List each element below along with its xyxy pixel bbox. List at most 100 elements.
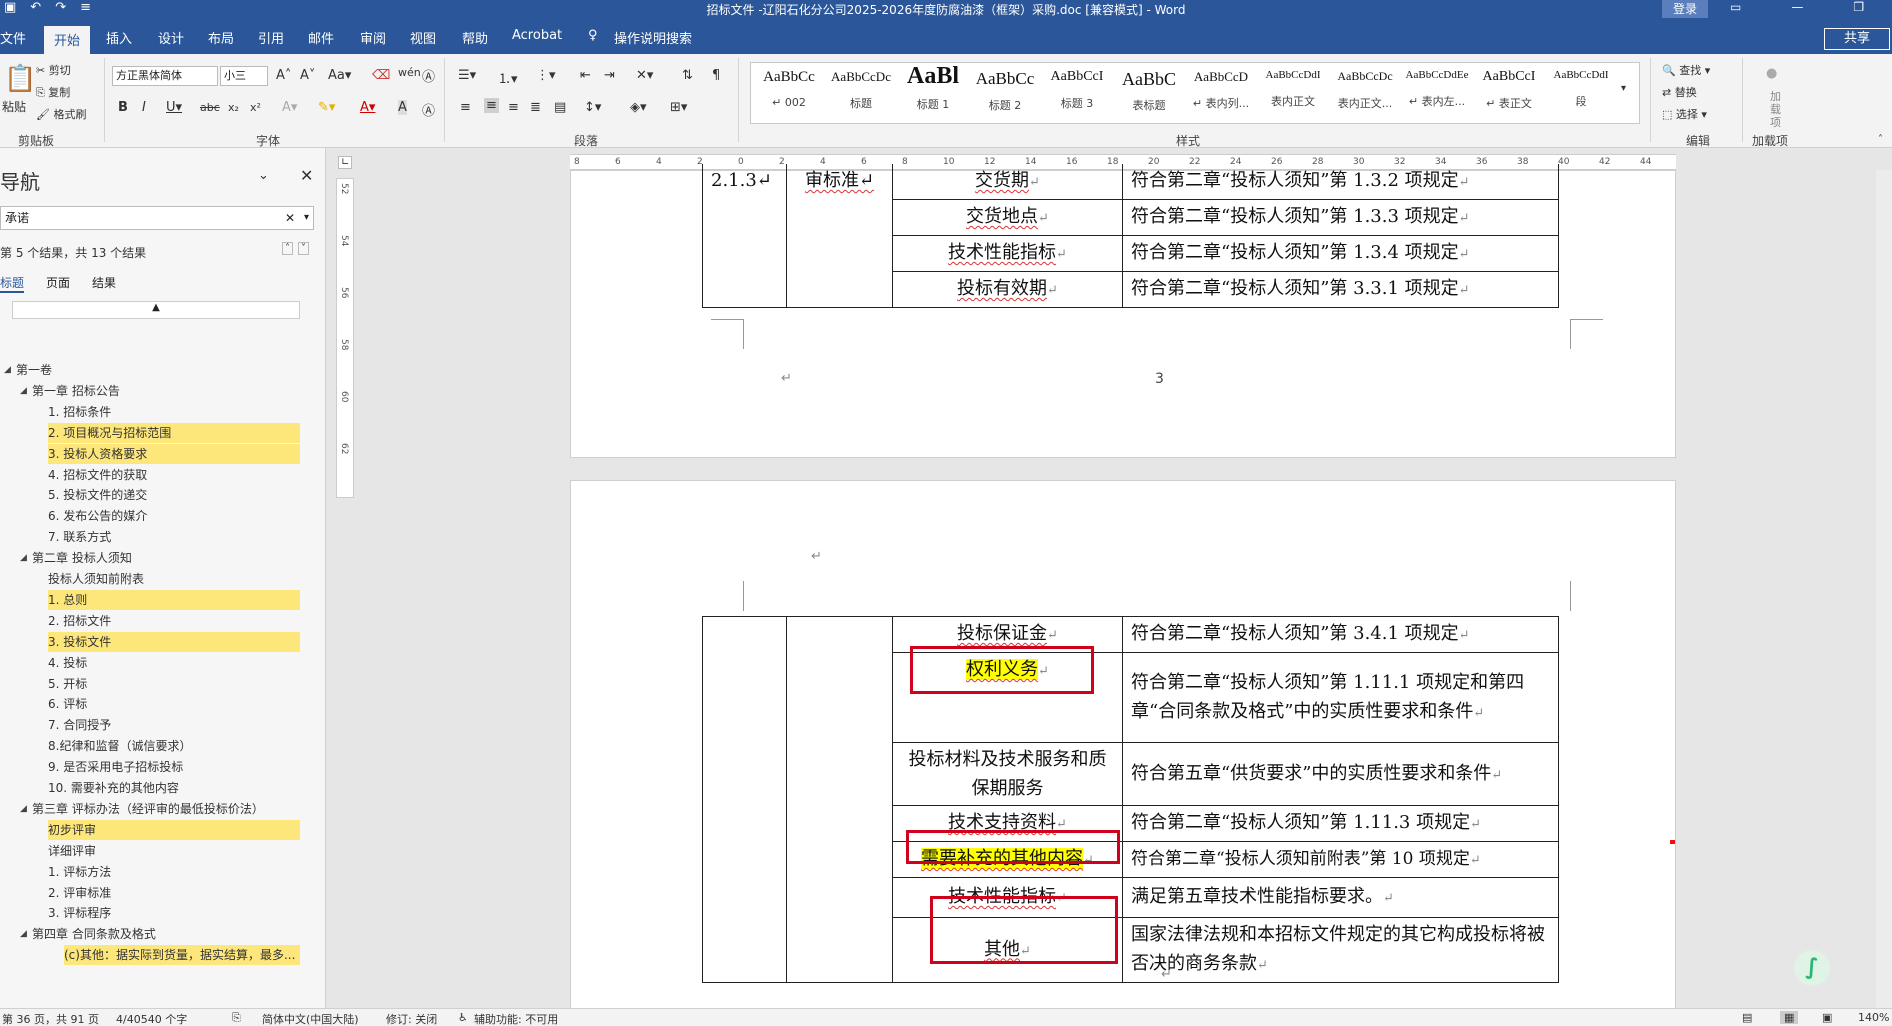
nav-search-input[interactable]: 承诺 ✕ ▾ — [0, 206, 314, 230]
load-addins-button[interactable]: 加载项 — [1770, 90, 1784, 129]
share-button[interactable]: 共享 — [1824, 28, 1890, 50]
web-layout-icon[interactable]: ▣ — [1822, 1011, 1832, 1024]
tab-acrobat[interactable]: Acrobat — [512, 28, 562, 43]
phonetic-guide-icon[interactable]: wén — [398, 66, 421, 79]
style-002[interactable]: AaBbCc ↵ 002 — [753, 69, 825, 109]
tab-selector-icon[interactable]: ∟ — [338, 156, 353, 169]
style-title[interactable]: AaBbCcDc 标题 — [825, 69, 897, 111]
expand-toggle-icon[interactable]: ◢ — [20, 553, 27, 563]
nav-heading-item[interactable]: 3. 投标文件 — [48, 631, 300, 652]
nav-heading-item[interactable]: 1. 招标条件 — [48, 402, 111, 422]
tab-file[interactable]: 文件 — [0, 28, 26, 47]
align-left-icon[interactable]: ≡ — [460, 100, 471, 115]
font-size-select[interactable]: 小三 — [220, 66, 268, 86]
sort-icon[interactable]: ⇅ — [682, 68, 693, 83]
nav-heading-item[interactable]: 3. 投标人资格要求 — [48, 443, 300, 464]
style-heading-3[interactable]: AaBbCcI 标题 3 — [1041, 69, 1113, 111]
tab-headings[interactable]: 标题 — [0, 274, 25, 293]
style-table-body[interactable]: AaBbCcDdI 表内正文 — [1257, 69, 1329, 109]
nav-heading-item[interactable]: 第一卷 — [16, 360, 52, 380]
tab-pages[interactable]: 页面 — [46, 274, 70, 293]
nav-heading-item[interactable]: 3. 评标程序 — [48, 903, 111, 923]
align-right-icon[interactable]: ≡ — [508, 100, 519, 115]
find-button[interactable]: 🔍 查找 ▾ — [1662, 62, 1710, 78]
style-paragraph[interactable]: AaBbCcDdI 段 — [1545, 69, 1617, 109]
format-painter-button[interactable]: 🖌 格式刷 — [36, 106, 86, 122]
login-button[interactable]: 登录 — [1662, 0, 1708, 18]
char-shading-icon[interactable]: A — [398, 100, 407, 115]
nav-heading-item[interactable]: 5. 开标 — [48, 674, 87, 694]
read-mode-icon[interactable]: ▤ — [1742, 1011, 1752, 1024]
style-heading-2[interactable]: AaBbCc 标题 2 — [969, 69, 1041, 113]
font-color-icon[interactable]: A▾ — [360, 100, 375, 115]
restore-icon[interactable]: ❐ — [1853, 0, 1864, 14]
select-button[interactable]: ⬚ 选择 ▾ — [1662, 106, 1707, 122]
borders-icon[interactable]: ⊞▾ — [670, 100, 687, 115]
highlight-color-icon[interactable]: ✎▾ — [318, 100, 335, 115]
copy-button[interactable]: ⎘ 复制 — [36, 84, 70, 100]
more-styles-icon[interactable]: ▾ — [1621, 83, 1626, 94]
expand-toggle-icon[interactable]: ◢ — [20, 804, 27, 814]
justify-icon[interactable]: ≣ — [530, 100, 541, 115]
grow-font-icon[interactable]: A˄ — [276, 68, 291, 83]
proofing-icon[interactable]: ⎘ — [232, 1011, 241, 1025]
nav-heading-item[interactable]: 详细评审 — [48, 841, 96, 861]
nav-heading-item[interactable]: 第一章 招标公告 — [32, 381, 120, 401]
style-table-left[interactable]: AaBbCcDdEe ↵ 表内左... — [1401, 69, 1473, 109]
nav-heading-item[interactable]: 2. 招标文件 — [48, 611, 111, 631]
ribbon-display-icon[interactable]: ▭ — [1730, 0, 1741, 14]
nav-heading-item[interactable]: 1. 总则 — [48, 589, 300, 610]
underline-icon[interactable]: U▾ — [166, 100, 182, 115]
paste-label[interactable]: 粘贴 — [2, 98, 26, 115]
chinese-layout-icon[interactable]: ✕▾ — [636, 68, 653, 83]
assistant-floating-icon[interactable]: ∫ — [1794, 950, 1830, 986]
expand-toggle-icon[interactable]: ◢ — [4, 365, 11, 375]
tab-results[interactable]: 结果 — [92, 274, 116, 293]
clear-format-icon[interactable]: ⌫ — [372, 68, 390, 83]
prev-result-icon[interactable]: ˄ — [282, 242, 293, 255]
addin-icon[interactable]: ● — [1766, 66, 1777, 81]
nav-heading-item[interactable]: 8.纪律和监督（诚信要求） — [48, 736, 191, 756]
minimize-icon[interactable]: — — [1791, 0, 1803, 14]
nav-heading-item[interactable]: 10. 需要补充的其他内容 — [48, 778, 179, 798]
word-count[interactable]: 4/40540 个字 — [116, 1011, 187, 1026]
nav-heading-item[interactable]: 4. 招标文件的获取 — [48, 465, 147, 485]
nav-heading-item[interactable]: 2. 项目概况与招标范围 — [48, 422, 300, 443]
close-icon[interactable]: ✕ — [300, 166, 313, 185]
tab-review[interactable]: 审阅 — [360, 28, 386, 47]
enclose-char-icon[interactable]: Ⓐ — [422, 100, 435, 119]
next-result-icon[interactable]: ˅ — [298, 242, 309, 255]
multilevel-list-icon[interactable]: ⋮▾ — [536, 68, 556, 83]
distributed-icon[interactable]: ▤ — [554, 100, 566, 115]
increase-indent-icon[interactable]: ⇥ — [604, 68, 615, 83]
nav-heading-item[interactable]: 1. 评标方法 — [48, 862, 111, 882]
shrink-font-icon[interactable]: A˅ — [300, 68, 315, 83]
nav-heading-item[interactable]: 2. 评审标准 — [48, 883, 111, 903]
style-table-column[interactable]: AaBbCcD ↵ 表内列... — [1185, 69, 1257, 111]
tab-help[interactable]: 帮助 — [462, 28, 488, 47]
nav-heading-item[interactable]: 6. 评标 — [48, 694, 87, 714]
nav-heading-item[interactable]: 5. 投标文件的递交 — [48, 485, 147, 505]
expand-toggle-icon[interactable]: ◢ — [20, 929, 27, 939]
subscript-icon[interactable]: x₂ — [228, 101, 239, 114]
superscript-icon[interactable]: x² — [250, 101, 261, 114]
strikethrough-icon[interactable]: abc — [200, 101, 220, 114]
track-changes[interactable]: 修订: 关闭 — [386, 1011, 437, 1026]
nav-heading-item[interactable]: 9. 是否采用电子招标投标 — [48, 757, 183, 777]
tab-insert[interactable]: 插入 — [106, 28, 132, 47]
nav-heading-item[interactable]: 7. 合同授予 — [48, 715, 111, 735]
replace-button[interactable]: ⇄ 替换 — [1662, 84, 1697, 100]
style-table-body-2[interactable]: AaBbCcDc 表内正文... — [1329, 69, 1401, 111]
nav-heading-item[interactable]: 初步评审 — [48, 819, 300, 840]
nav-heading-item[interactable]: 投标人须知前附表 — [48, 569, 144, 589]
nav-heading-item[interactable]: 第三章 评标办法（经评审的最低投标价法） — [32, 799, 264, 819]
align-center-icon[interactable]: ≡ — [484, 98, 499, 113]
tab-layout[interactable]: 布局 — [208, 28, 234, 47]
style-table-text[interactable]: AaBbCcI ↵ 表正文 — [1473, 69, 1545, 111]
numbering-icon[interactable]: ⒈▾ — [498, 68, 518, 87]
page-count[interactable]: 第 36 页，共 91 页 — [2, 1011, 99, 1026]
zoom-level[interactable]: 140% — [1858, 1011, 1889, 1024]
nav-heading-item[interactable]: 7. 联系方式 — [48, 527, 111, 547]
paste-icon[interactable]: 📋 — [4, 64, 36, 94]
tab-mailings[interactable]: 邮件 — [308, 28, 334, 47]
